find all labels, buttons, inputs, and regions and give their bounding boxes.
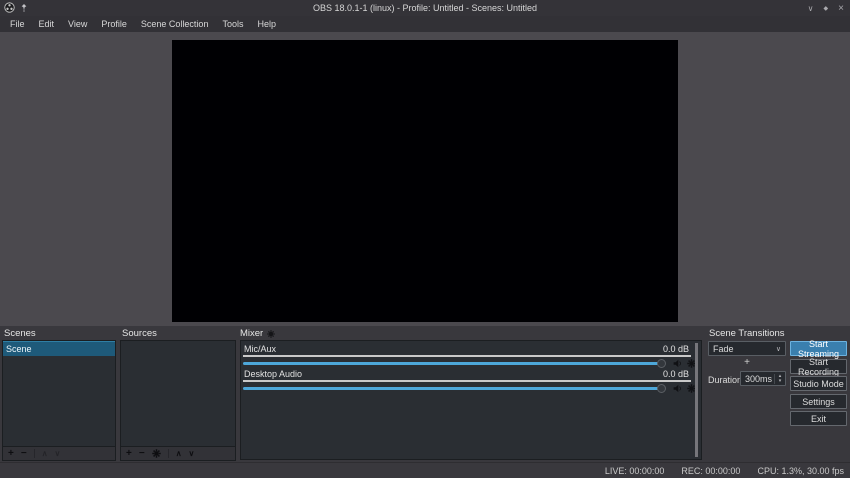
transitions-title-label: Scene Transitions: [709, 328, 785, 339]
channel-level: 0.0 dB: [663, 344, 689, 354]
titlebar: OBS 18.0.1-1 (linux) - Profile: Untitled…: [0, 0, 850, 16]
menubar: File Edit View Profile Scene Collection …: [0, 16, 850, 32]
window-title: OBS 18.0.1-1 (linux) - Profile: Untitled…: [0, 3, 850, 13]
menu-tools[interactable]: Tools: [215, 18, 250, 30]
toolbar-separator: [168, 449, 169, 458]
spin-down-button[interactable]: ▾: [779, 379, 782, 384]
mixer-panel-title: Mixer: [240, 328, 275, 339]
scene-up-button[interactable]: ∧: [42, 450, 48, 458]
speaker-icon[interactable]: [673, 384, 683, 395]
studio-mode-button[interactable]: Studio Mode: [790, 376, 847, 391]
sources-panel-title: Sources: [122, 328, 157, 339]
mixer-channel-mic-aux: Mic/Aux 0.0 dB: [241, 344, 701, 369]
sources-title-label: Sources: [122, 328, 157, 339]
mixer-title-label: Mixer: [240, 328, 263, 339]
channel-name: Desktop Audio: [244, 369, 302, 379]
menu-edit[interactable]: Edit: [32, 18, 62, 30]
add-transition-button[interactable]: +: [708, 357, 786, 369]
transition-selected-value: Fade: [713, 344, 734, 354]
menu-file[interactable]: File: [3, 18, 32, 30]
titlebar-icons: [4, 2, 28, 13]
duration-label: Duration: [708, 375, 742, 385]
start-recording-button[interactable]: Start Recording: [790, 359, 847, 374]
mixer-scrollbar[interactable]: [695, 343, 698, 457]
transition-dropdown[interactable]: Fade ∨: [708, 341, 786, 356]
window-maximize-button[interactable]: ◆: [824, 5, 829, 12]
cpu-fps: CPU: 1.3%, 30.00 fps: [757, 466, 844, 476]
scene-list-item-selected[interactable]: Scene: [3, 341, 115, 356]
volume-slider-track[interactable]: [243, 362, 661, 365]
volume-slider-handle[interactable]: [657, 384, 666, 393]
start-streaming-button[interactable]: Start Streaming: [790, 341, 847, 356]
obs-window: OBS 18.0.1-1 (linux) - Profile: Untitled…: [0, 0, 850, 478]
remove-source-button[interactable]: −: [139, 449, 145, 459]
statusbar: LIVE: 00:00:00 REC: 00:00:00 CPU: 1.3%, …: [0, 462, 850, 478]
mixer-panel: Mic/Aux 0.0 dB Desktop Audio 0.0 dB: [240, 340, 702, 460]
source-up-button[interactable]: ∧: [176, 450, 182, 458]
obs-logo-icon: [4, 2, 15, 13]
add-source-button[interactable]: +: [126, 449, 132, 459]
volume-slider-track[interactable]: [243, 387, 661, 390]
mixer-gear-icon[interactable]: [267, 330, 275, 338]
menu-scene-collection[interactable]: Scene Collection: [134, 18, 216, 30]
volume-meter: [243, 380, 691, 382]
source-down-button[interactable]: ∨: [189, 450, 195, 458]
channel-level: 0.0 dB: [663, 369, 689, 379]
toolbar-separator: [34, 449, 35, 458]
menu-profile[interactable]: Profile: [94, 18, 134, 30]
duration-value: 300ms: [741, 374, 774, 384]
window-close-button[interactable]: ×: [838, 3, 844, 14]
preview-canvas[interactable]: [172, 40, 678, 322]
scene-down-button[interactable]: ∨: [55, 450, 61, 458]
live-time: LIVE: 00:00:00: [605, 466, 665, 476]
exit-button[interactable]: Exit: [790, 411, 847, 426]
transitions-panel-title: Scene Transitions: [709, 328, 785, 339]
sources-toolbar: + − ∧ ∨: [120, 447, 236, 461]
remove-scene-button[interactable]: −: [21, 449, 27, 459]
source-properties-gear-icon[interactable]: [152, 449, 161, 458]
duration-spinbox[interactable]: 300ms ▴ ▾: [740, 371, 786, 386]
mixer-channel-desktop-audio: Desktop Audio 0.0 dB: [241, 369, 701, 394]
scenes-panel-title: Scenes: [4, 328, 36, 339]
settings-button[interactable]: Settings: [790, 394, 847, 409]
scenes-title-label: Scenes: [4, 328, 36, 339]
volume-meter: [243, 355, 691, 357]
channel-name: Mic/Aux: [244, 344, 276, 354]
rec-time: REC: 00:00:00: [681, 466, 740, 476]
menu-view[interactable]: View: [61, 18, 94, 30]
scenes-list[interactable]: Scene: [2, 340, 116, 447]
add-scene-button[interactable]: +: [8, 449, 14, 459]
scenes-toolbar: + − ∧ ∨: [2, 447, 116, 461]
chevron-down-icon: ∨: [776, 345, 781, 353]
window-shade-button[interactable]: ∨: [808, 4, 814, 13]
volume-slider-handle[interactable]: [657, 359, 666, 368]
sources-list[interactable]: [120, 340, 236, 447]
pin-icon: [20, 3, 28, 13]
menu-help[interactable]: Help: [250, 18, 283, 30]
